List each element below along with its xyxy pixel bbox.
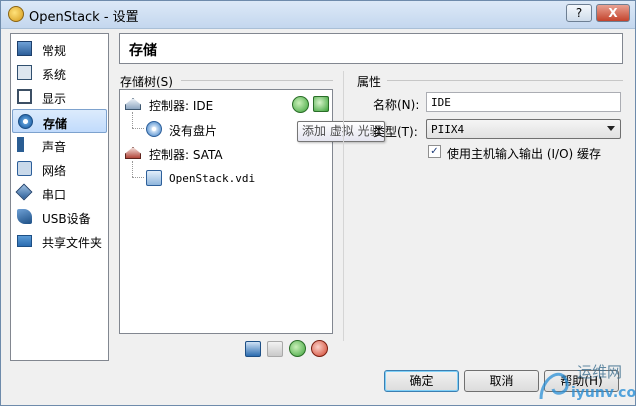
name-label: 名称(N): <box>373 98 420 112</box>
tree-item-label: 没有盘片 <box>169 124 218 138</box>
sidebar-item-label: 串口 <box>42 188 67 202</box>
sidebar-item-audio[interactable]: 声音 <box>12 133 107 157</box>
settings-sidebar: 常规 系统 显示 存储 声音 网络 串口 USB设备 共享文件夹 <box>10 33 109 361</box>
add-hard-disk-button[interactable] <box>313 96 329 112</box>
tree-item-label: OpenStack.vdi <box>169 172 256 185</box>
tree-item-disk[interactable]: OpenStack.vdi <box>120 168 290 188</box>
sidebar-item-label: 显示 <box>42 92 67 106</box>
name-field-value: IDE <box>431 96 451 109</box>
watermark-logo: 运维网 iyunv.com <box>533 359 636 405</box>
page-title: 存储 <box>129 43 157 59</box>
sidebar-item-label: 声音 <box>42 140 67 154</box>
add-optical-drive-button[interactable] <box>292 96 309 113</box>
sidebar-item-system[interactable]: 系统 <box>12 61 107 85</box>
sidebar-item-label: USB设备 <box>42 212 91 226</box>
watermark-text: 运维网 <box>577 363 623 381</box>
type-label: 类型(T): <box>373 125 418 139</box>
sidebar-item-label: 系统 <box>42 68 67 82</box>
sidebar-item-usb[interactable]: USB设备 <box>12 205 107 229</box>
sidebar-item-display[interactable]: 显示 <box>12 85 107 109</box>
shared-folder-icon <box>17 235 32 247</box>
general-icon <box>17 41 32 56</box>
page-header: 存储 <box>119 33 623 64</box>
title-help-button[interactable]: ? <box>566 4 592 22</box>
sidebar-item-label: 存储 <box>43 117 68 131</box>
chevron-down-icon <box>607 126 615 131</box>
system-icon <box>17 65 32 80</box>
settings-window: OpenStack - 设置 ? X 常规 系统 显示 存储 声音 网络 串口 … <box>0 0 636 406</box>
add-controller-button[interactable] <box>245 341 261 357</box>
display-icon <box>17 89 32 104</box>
sidebar-item-network[interactable]: 网络 <box>12 157 107 181</box>
virtualbox-app-icon <box>8 6 24 22</box>
ide-controller-icon <box>125 98 141 110</box>
type-select[interactable]: PIIX4 <box>426 119 621 139</box>
remove-controller-button[interactable] <box>267 341 283 357</box>
title-bar: OpenStack - 设置 ? X <box>1 1 635 29</box>
tree-controller-label: 控制器: SATA <box>149 148 223 162</box>
name-field[interactable]: IDE <box>426 92 621 112</box>
ok-button[interactable]: 确定 <box>384 370 459 392</box>
storage-tree-label: 存储树(S) <box>120 75 173 89</box>
properties-label: 属性 <box>357 75 382 89</box>
sidebar-item-storage[interactable]: 存储 <box>12 109 107 133</box>
sata-controller-icon <box>125 147 141 159</box>
tree-controller-sata[interactable]: 控制器: SATA <box>120 143 332 163</box>
tree-controller-label: 控制器: IDE <box>149 99 214 113</box>
sidebar-item-serial-port[interactable]: 串口 <box>12 181 107 205</box>
tree-item-empty-optical[interactable]: 没有盘片 <box>120 119 290 139</box>
sidebar-item-shared-folders[interactable]: 共享文件夹 <box>12 229 107 253</box>
cancel-button[interactable]: 取消 <box>464 370 539 392</box>
window-title: OpenStack - 设置 <box>29 10 139 25</box>
close-button[interactable]: X <box>596 4 630 22</box>
panel-splitter[interactable] <box>343 71 344 341</box>
sidebar-item-label: 网络 <box>42 164 67 178</box>
add-optical-drive-tooltip: 添加 虚拟 光驱 <box>297 121 385 142</box>
sidebar-item-label: 常规 <box>42 44 67 58</box>
serial-port-icon <box>15 183 33 201</box>
tree-controller-ide[interactable]: 控制器: IDE <box>120 94 332 114</box>
host-cache-label: 使用主机输入输出 (I/O) 缓存 <box>447 147 602 161</box>
watermark-url: iyunv.com <box>571 385 636 401</box>
host-cache-checkbox[interactable]: ✓ <box>428 145 441 158</box>
remove-attachment-button[interactable] <box>311 340 328 357</box>
properties-separator <box>387 80 623 81</box>
storage-tree-separator <box>181 80 333 81</box>
audio-icon <box>17 137 32 152</box>
sidebar-item-general[interactable]: 常规 <box>12 37 107 61</box>
hard-disk-icon <box>146 170 162 186</box>
optical-disc-icon <box>146 121 162 137</box>
sidebar-item-label: 共享文件夹 <box>42 236 103 250</box>
network-icon <box>17 161 32 176</box>
type-select-value: PIIX4 <box>431 123 465 136</box>
storage-icon <box>18 114 33 129</box>
usb-icon <box>17 209 32 224</box>
add-attachment-button[interactable] <box>289 340 306 357</box>
